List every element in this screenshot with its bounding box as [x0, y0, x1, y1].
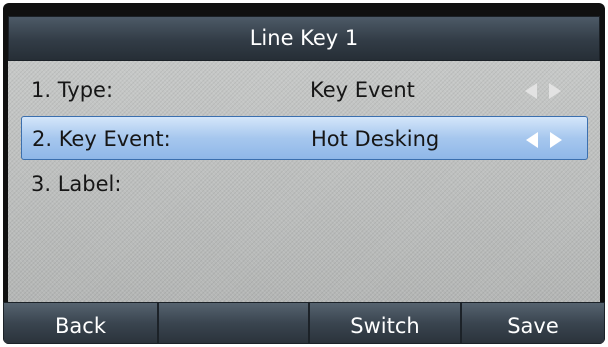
label-field-label: 3. Label:: [31, 172, 122, 196]
type-row[interactable]: 1. Type: Key Event: [21, 68, 588, 112]
arrow-right-icon[interactable]: [550, 132, 562, 148]
key-event-value: Hot Desking: [311, 127, 440, 151]
switch-softkey[interactable]: Switch: [309, 302, 461, 344]
key-event-row[interactable]: 2. Key Event: Hot Desking: [21, 116, 588, 160]
key-event-value-switcher[interactable]: [522, 130, 570, 148]
settings-list: 1. Type: Key Event 2. Key Event: Hot Des…: [8, 61, 600, 304]
arrow-right-icon[interactable]: [549, 83, 561, 99]
screen-title: Line Key 1: [8, 16, 600, 61]
type-value: Key Event: [310, 78, 415, 102]
back-softkey[interactable]: Back: [3, 302, 158, 344]
label-row[interactable]: 3. Label:: [21, 162, 588, 206]
save-softkey[interactable]: Save: [461, 302, 605, 344]
arrow-left-icon[interactable]: [525, 83, 537, 99]
softkey-bar: Back Switch Save: [3, 302, 605, 344]
arrow-left-icon[interactable]: [526, 132, 538, 148]
phone-screen: Line Key 1 1. Type: Key Event 2. Key Eve…: [3, 3, 605, 344]
empty-softkey[interactable]: [158, 302, 309, 344]
type-value-switcher[interactable]: [521, 81, 569, 99]
key-event-label: 2. Key Event:: [32, 127, 171, 151]
type-label: 1. Type:: [31, 78, 114, 102]
